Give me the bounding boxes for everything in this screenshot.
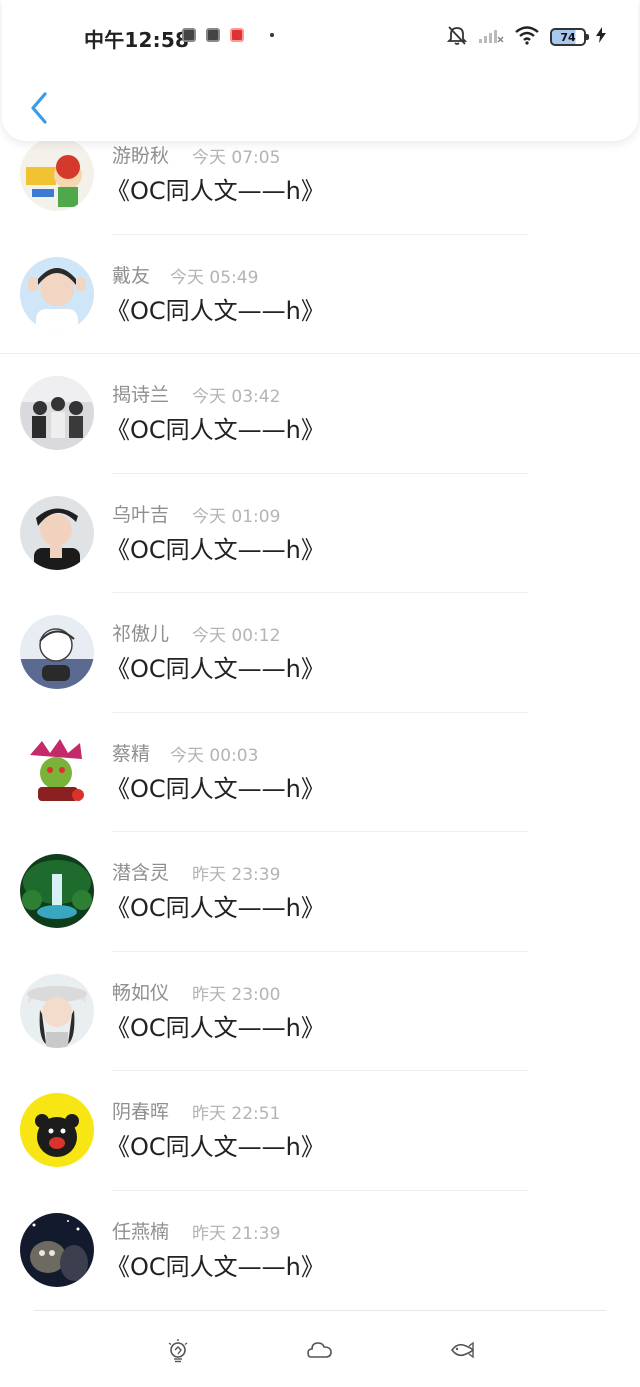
message-time: 今天 07:05 bbox=[192, 148, 281, 168]
message-time: 昨天 23:39 bbox=[192, 865, 281, 885]
sender-name: 阴春晖 bbox=[112, 1101, 170, 1123]
bottom-nav bbox=[0, 1310, 640, 1387]
charging-bolt-icon bbox=[596, 27, 606, 47]
message-time: 今天 05:49 bbox=[170, 267, 259, 288]
sender-name: 祁傲儿 bbox=[112, 623, 170, 645]
message-preview: 《OC同人文——h》 bbox=[106, 177, 325, 205]
message-time: 昨天 23:00 bbox=[192, 984, 281, 1005]
list-item[interactable]: 戴友 今天 05:49 《OC同人文——h》 bbox=[0, 235, 640, 354]
list-item[interactable]: 畅如仪 昨天 23:00 《OC同人文——h》 bbox=[0, 952, 640, 1071]
avatar[interactable] bbox=[20, 615, 94, 689]
cloud-icon bbox=[307, 1342, 332, 1358]
avatar[interactable] bbox=[20, 854, 94, 928]
list-item[interactable]: 揭诗兰 今天 03:42 《OC同人文——h》 bbox=[0, 354, 640, 474]
message-preview: 《OC同人文——h》 bbox=[106, 1252, 325, 1281]
fish-icon bbox=[450, 1341, 475, 1359]
avatar[interactable] bbox=[20, 256, 94, 331]
list-item[interactable]: 乌叶吉 今天 01:09 《OC同人文——h》 bbox=[0, 474, 640, 593]
sender-name: 蔡精 bbox=[112, 742, 151, 765]
app-notification-icon bbox=[182, 28, 196, 42]
list-item[interactable]: 祁傲儿 今天 00:12 《OC同人文——h》 bbox=[0, 593, 640, 713]
back-button[interactable] bbox=[22, 86, 56, 130]
list-item[interactable]: 阴春晖 昨天 22:51 《OC同人文——h》 bbox=[0, 1071, 640, 1191]
cell-signal-icon bbox=[478, 26, 504, 48]
sender-name: 畅如仪 bbox=[112, 981, 170, 1004]
avatar[interactable] bbox=[20, 495, 94, 570]
message-preview: 《OC同人文——h》 bbox=[106, 1013, 325, 1042]
avatar[interactable] bbox=[20, 1093, 94, 1167]
list-item[interactable]: 蔡精 今天 00:03 《OC同人文——h》 bbox=[0, 713, 640, 832]
top-header: 中午12:58 74 bbox=[2, 0, 638, 141]
sender-name: 潜含灵 bbox=[112, 862, 170, 884]
message-time: 今天 00:12 bbox=[192, 626, 281, 646]
message-preview: 《OC同人文——h》 bbox=[106, 894, 325, 922]
message-time: 今天 00:03 bbox=[170, 745, 259, 766]
message-preview: 《OC同人文——h》 bbox=[106, 416, 325, 444]
message-preview: 《OC同人文——h》 bbox=[106, 774, 325, 803]
avatar[interactable] bbox=[20, 973, 94, 1048]
avatar[interactable] bbox=[20, 734, 94, 809]
avatar[interactable] bbox=[20, 1212, 94, 1287]
status-indicators: 74 bbox=[446, 24, 606, 50]
status-time: 中午12:58 bbox=[84, 28, 190, 52]
sender-name: 任燕楠 bbox=[112, 1220, 170, 1243]
sender-name: 乌叶吉 bbox=[112, 503, 170, 526]
message-preview: 《OC同人文——h》 bbox=[106, 535, 325, 564]
avatar[interactable] bbox=[20, 137, 94, 211]
list-item[interactable]: 潜含灵 昨天 23:39 《OC同人文——h》 bbox=[0, 832, 640, 952]
list-item[interactable]: 任燕楠 昨天 21:39 《OC同人文——h》 bbox=[0, 1191, 640, 1311]
sender-name: 揭诗兰 bbox=[112, 384, 170, 406]
app-notification-icon bbox=[206, 28, 220, 42]
wifi-icon bbox=[514, 25, 540, 49]
sender-name: 游盼秋 bbox=[112, 145, 170, 167]
nav-tab-lightbulb[interactable] bbox=[164, 1336, 192, 1364]
message-preview: 《OC同人文——h》 bbox=[106, 655, 325, 683]
avatar[interactable] bbox=[20, 376, 94, 450]
nav-tab-cloud[interactable] bbox=[306, 1336, 334, 1364]
sender-name: 戴友 bbox=[112, 264, 151, 287]
message-preview: 《OC同人文——h》 bbox=[106, 296, 325, 325]
message-list[interactable]: 游盼秋 今天 07:05 《OC同人文——h》 戴友 今天 05:49 《OC同… bbox=[0, 0, 640, 1310]
battery-icon: 74 bbox=[550, 28, 589, 46]
app-notification-icon bbox=[230, 28, 244, 42]
more-notifications-dot-icon bbox=[270, 33, 274, 37]
message-time: 今天 01:09 bbox=[192, 506, 281, 527]
divider bbox=[34, 1310, 606, 1311]
notification-icons bbox=[182, 28, 274, 42]
status-bar: 中午12:58 74 bbox=[2, 0, 640, 72]
message-time: 今天 03:42 bbox=[192, 387, 281, 407]
mute-bell-icon bbox=[446, 24, 468, 50]
lightbulb-icon bbox=[168, 1339, 188, 1363]
chevron-left-icon bbox=[31, 92, 47, 124]
message-time: 昨天 21:39 bbox=[192, 1223, 281, 1244]
nav-tab-fish[interactable] bbox=[448, 1336, 476, 1364]
message-preview: 《OC同人文——h》 bbox=[106, 1133, 325, 1161]
message-time: 昨天 22:51 bbox=[192, 1104, 281, 1124]
screen: 游盼秋 今天 07:05 《OC同人文——h》 戴友 今天 05:49 《OC同… bbox=[0, 0, 640, 1387]
